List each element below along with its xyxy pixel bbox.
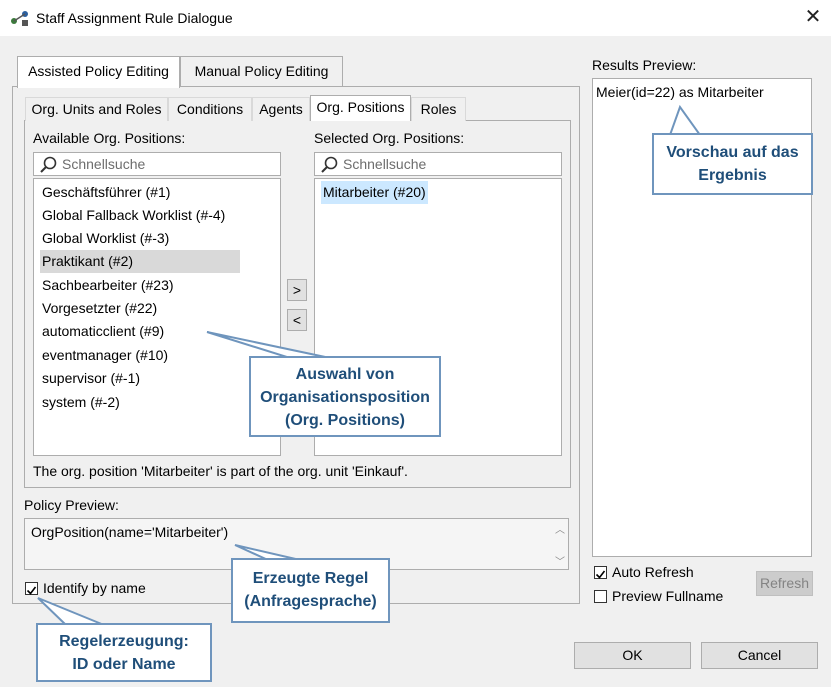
list-item[interactable]: Vorgesetzter (#22) — [40, 297, 159, 320]
tab-label: Org. Units and Roles — [31, 101, 162, 117]
results-preview-text: Meier(id=22) as Mitarbeiter — [596, 84, 764, 100]
check-icon — [595, 570, 606, 579]
list-item[interactable]: automaticclient (#9) — [40, 320, 166, 343]
tab-label: Conditions — [176, 101, 244, 117]
callout-id-or-name: Regelerzeugung: ID oder Name — [36, 623, 212, 682]
org-unit-info: The org. position 'Mitarbeiter' is part … — [33, 463, 408, 479]
identify-by-name-checkbox[interactable] — [25, 582, 38, 595]
list-item-selected[interactable]: Mitarbeiter (#20) — [321, 181, 428, 204]
identify-by-name-label: Identify by name — [43, 580, 146, 596]
results-preview-label: Results Preview: — [592, 57, 697, 73]
callout-generated-rule: Erzeugte Regel (Anfragesprache) — [231, 558, 390, 623]
callout-line: ID oder Name — [72, 656, 176, 673]
list-item[interactable]: Global Worklist (#-3) — [40, 227, 171, 250]
cancel-button[interactable]: Cancel — [701, 642, 818, 669]
close-icon[interactable]: ✕ — [802, 6, 824, 28]
auto-refresh-checkbox[interactable] — [594, 566, 607, 579]
app-icon — [10, 9, 30, 27]
tab-label: Roles — [420, 101, 457, 117]
check-icon — [26, 586, 37, 595]
list-item[interactable]: Geschäftsführer (#1) — [40, 181, 172, 204]
scroll-up-icon[interactable]: ︿ — [555, 521, 565, 536]
list-item-selected[interactable]: Praktikant (#2) — [40, 250, 240, 273]
tab-label: Agents — [259, 101, 303, 117]
policy-preview-text: OrgPosition(name='Mitarbeiter') — [31, 524, 229, 540]
refresh-button[interactable]: Refresh — [756, 571, 813, 596]
callout-line: Vorschau auf das — [666, 144, 799, 161]
callout-results-preview: Vorschau auf das Ergebnis — [652, 133, 813, 195]
search-icon — [40, 156, 57, 173]
add-position-button[interactable]: > — [287, 279, 307, 301]
policy-preview-label: Policy Preview: — [24, 497, 119, 513]
tab-label: Assisted Policy Editing — [28, 63, 169, 79]
tab-conditions[interactable]: Conditions — [168, 97, 252, 121]
list-item[interactable]: supervisor (#-1) — [40, 367, 142, 390]
list-item[interactable]: Sachbearbeiter (#23) — [40, 274, 176, 297]
search-placeholder: Schnellsuche — [62, 156, 146, 172]
available-positions-list[interactable]: Geschäftsführer (#1) Global Fallback Wor… — [33, 178, 281, 456]
window-title: Staff Assignment Rule Dialogue — [36, 10, 233, 26]
list-item[interactable]: eventmanager (#10) — [40, 344, 170, 367]
preview-fullname-checkbox[interactable] — [594, 590, 607, 603]
callout-line: Organisationsposition — [260, 389, 430, 406]
remove-position-button[interactable]: < — [287, 309, 307, 331]
callout-line: Regelerzeugung: — [59, 633, 189, 650]
available-search-input[interactable]: Schnellsuche — [33, 152, 281, 176]
callout-line: (Org. Positions) — [285, 412, 405, 429]
callout-line: Erzeugte Regel — [252, 570, 369, 587]
tab-org-units-and-roles[interactable]: Org. Units and Roles — [25, 97, 168, 121]
selected-search-input[interactable]: Schnellsuche — [314, 152, 562, 176]
tab-label: Manual Policy Editing — [194, 63, 329, 79]
callout-line: Ergebnis — [698, 167, 767, 184]
tab-assisted-policy-editing[interactable]: Assisted Policy Editing — [17, 56, 180, 88]
selected-positions-label: Selected Org. Positions: — [314, 130, 465, 146]
search-placeholder: Schnellsuche — [343, 156, 427, 172]
scroll-down-icon[interactable]: ﹀ — [555, 553, 565, 568]
search-icon — [321, 156, 338, 173]
ok-button[interactable]: OK — [574, 642, 691, 669]
tab-org-positions[interactable]: Org. Positions — [310, 95, 411, 121]
tab-manual-policy-editing[interactable]: Manual Policy Editing — [180, 56, 343, 86]
available-positions-label: Available Org. Positions: — [33, 130, 186, 146]
callout-org-positions: Auswahl von Organisationsposition (Org. … — [249, 356, 441, 437]
tab-roles[interactable]: Roles — [411, 97, 466, 121]
auto-refresh-label: Auto Refresh — [612, 564, 694, 580]
list-item[interactable]: system (#-2) — [40, 391, 122, 414]
preview-fullname-label: Preview Fullname — [612, 588, 724, 604]
tab-label: Org. Positions — [316, 99, 405, 115]
tab-agents[interactable]: Agents — [252, 97, 310, 121]
callout-line: (Anfragesprache) — [244, 593, 377, 610]
callout-line: Auswahl von — [295, 366, 395, 383]
list-item[interactable]: Global Fallback Worklist (#-4) — [40, 204, 227, 227]
